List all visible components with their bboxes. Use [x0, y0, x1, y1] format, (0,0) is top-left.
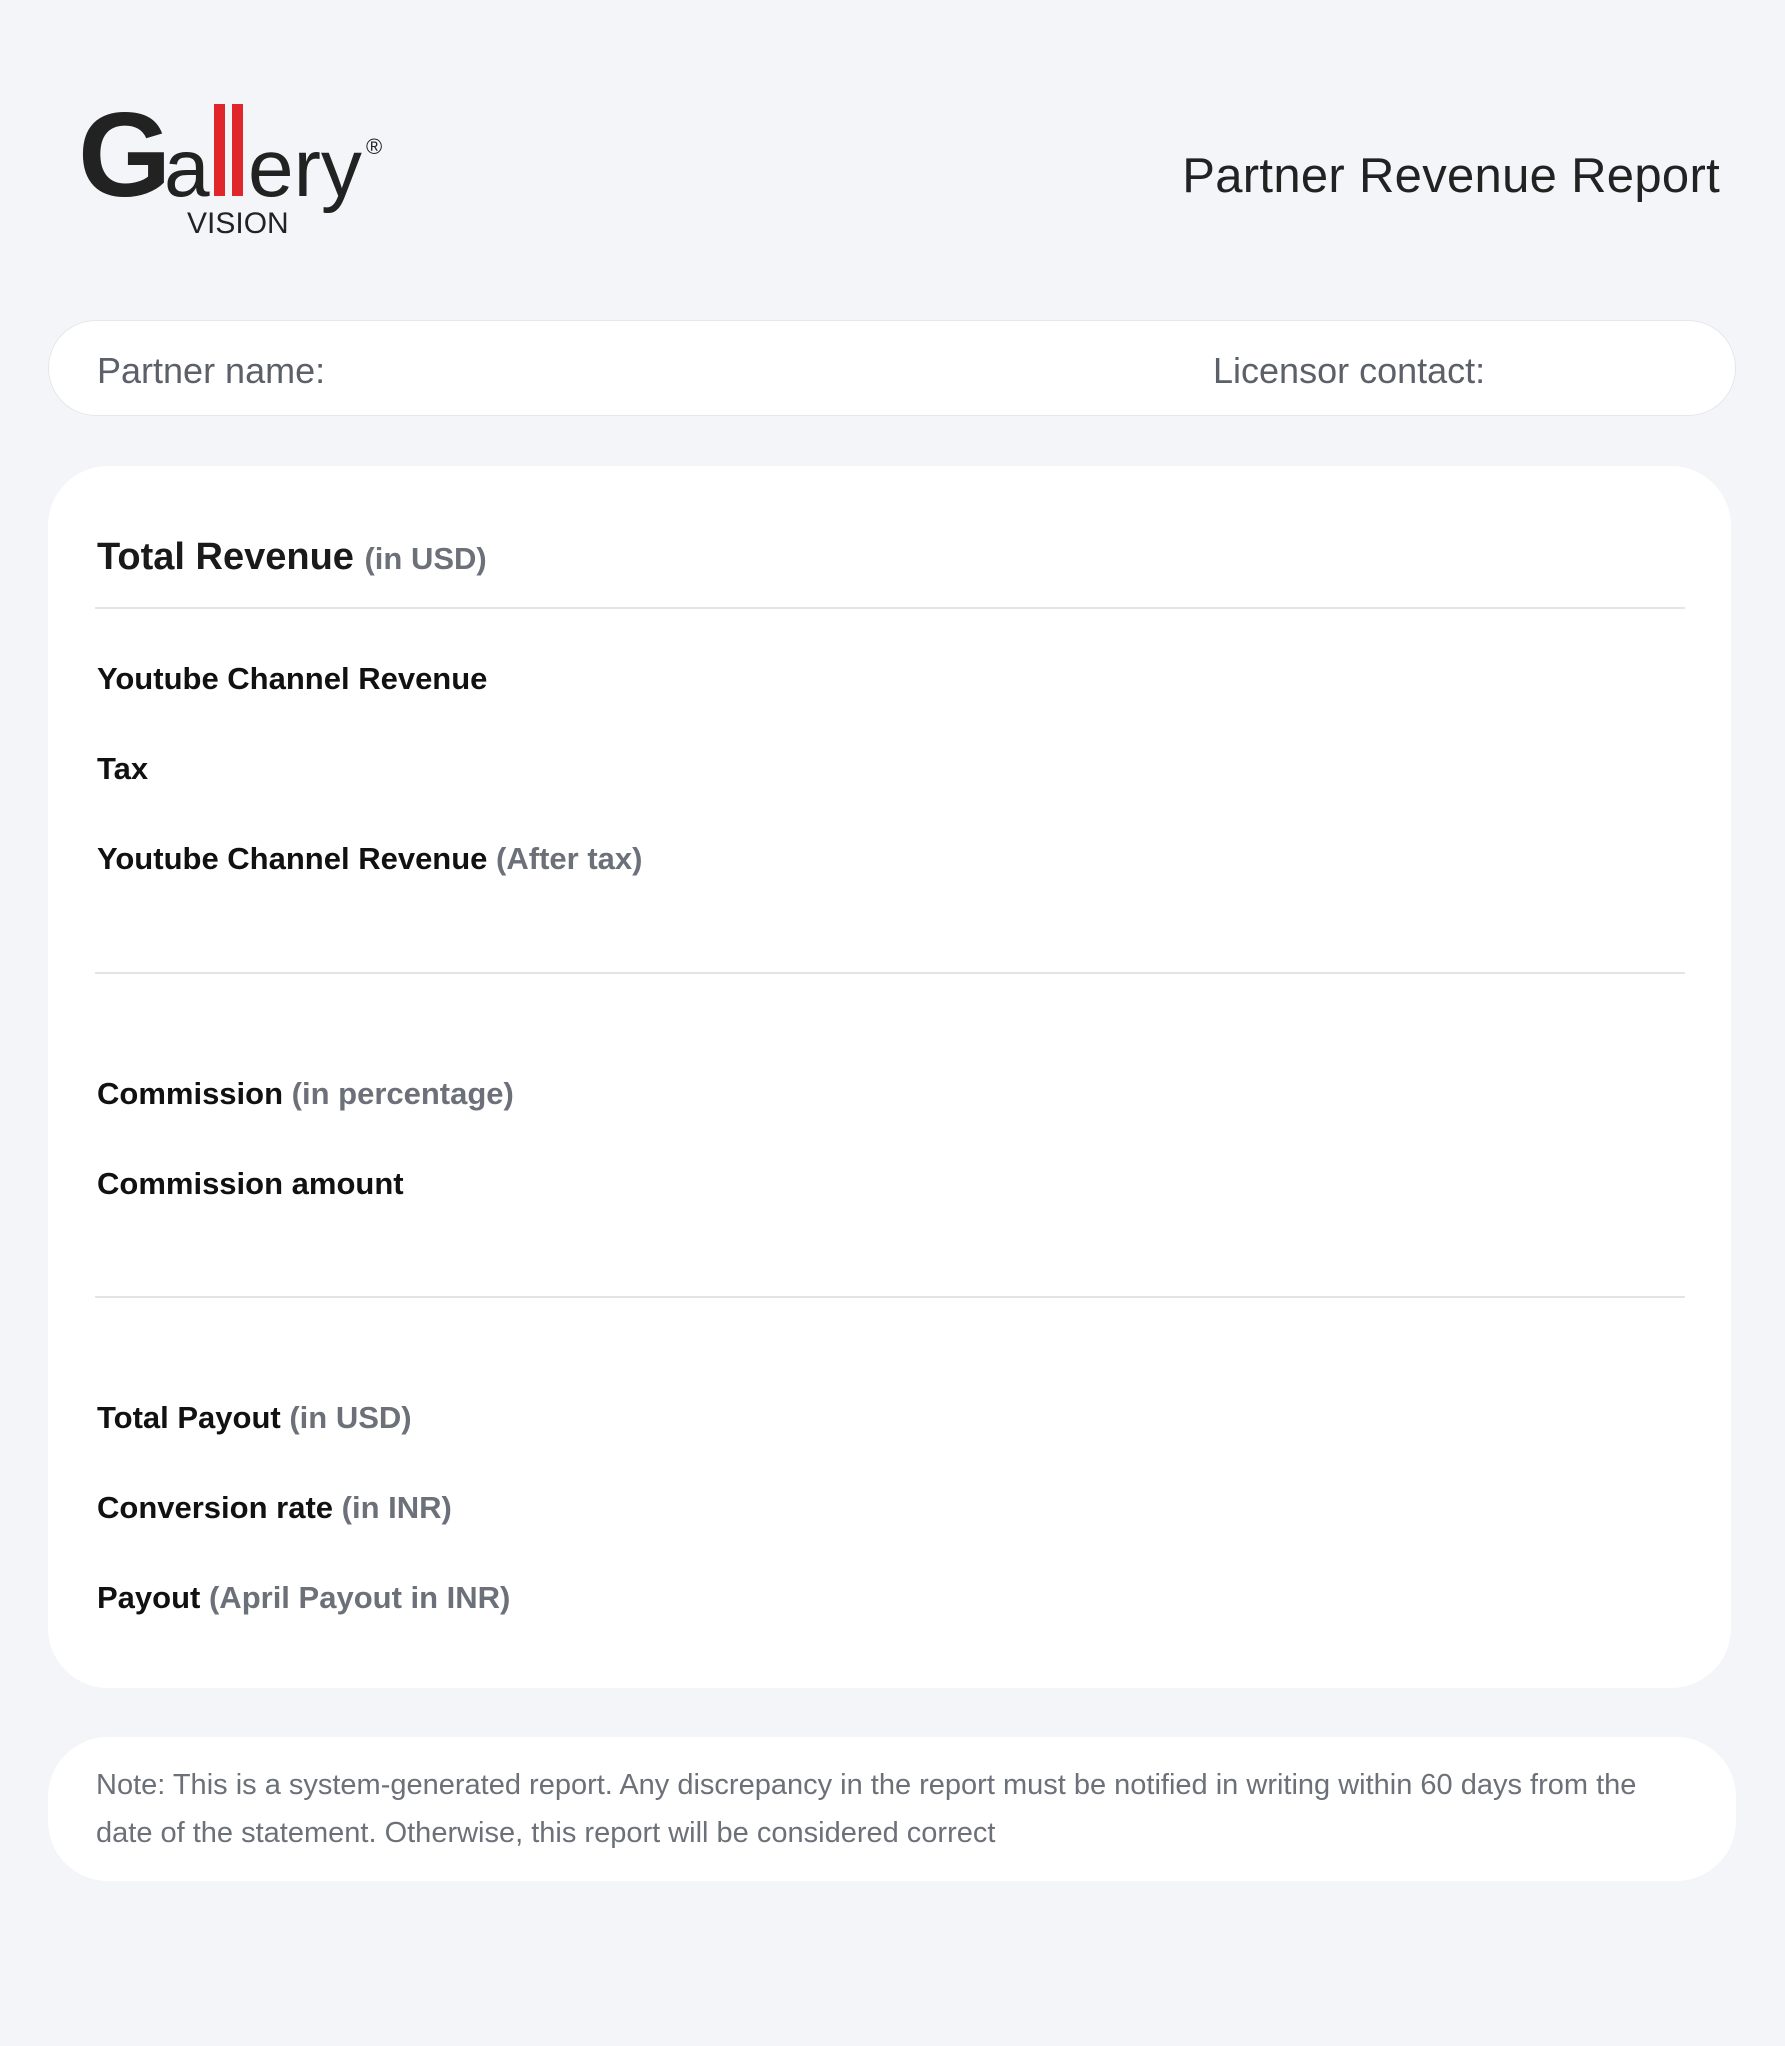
logo-letters-ery: ery — [248, 123, 362, 214]
row-conversion-rate: Conversion rate (in INR) — [97, 1490, 452, 1526]
row-youtube-channel-revenue: Youtube Channel Revenue — [97, 661, 487, 697]
row-label: Youtube Channel Revenue — [97, 841, 488, 876]
row-sub-label: (After tax) — [496, 841, 643, 876]
row-payout: Payout (April Payout in INR) — [97, 1580, 510, 1616]
page-title: Partner Revenue Report — [1182, 149, 1720, 203]
row-label: Youtube Channel Revenue — [97, 661, 488, 696]
divider — [95, 1296, 1685, 1298]
row-label: Commission — [97, 1076, 284, 1111]
logo-bar-1 — [214, 104, 225, 196]
row-total-payout: Total Payout (in USD) — [97, 1400, 412, 1436]
disclaimer-note: Note: This is a system-generated report.… — [48, 1737, 1736, 1881]
row-label: Tax — [97, 751, 149, 786]
row-sub-label: (in INR) — [341, 1490, 452, 1525]
row-tax: Tax — [97, 751, 148, 787]
partner-name-label: Partner name: — [97, 350, 326, 391]
row-sub-label: (in percentage) — [291, 1076, 514, 1111]
logo-subtitle: VISION — [187, 207, 289, 240]
divider — [95, 607, 1685, 609]
row-sub-label: (April Payout in INR) — [208, 1580, 511, 1615]
total-revenue-unit: (in USD) — [364, 541, 487, 576]
logo-letter-g: G — [78, 98, 171, 222]
row-label: Total Payout — [97, 1400, 281, 1435]
row-sub-label: (in USD) — [289, 1400, 412, 1435]
logo-letter-a: a — [164, 123, 210, 214]
row-revenue-after-tax: Youtube Channel Revenue (After tax) — [97, 841, 642, 877]
divider — [95, 972, 1685, 974]
logo-graphic: G a ery ® VISION — [78, 98, 382, 240]
total-revenue-title: Total Revenue — [97, 536, 354, 578]
row-label: Commission amount — [97, 1166, 404, 1201]
row-commission-percentage: Commission (in percentage) — [97, 1076, 514, 1112]
registered-mark: ® — [366, 134, 382, 159]
logo-bar-2 — [232, 104, 243, 196]
partner-info-bar: Partner name: Licensor contact: — [48, 320, 1736, 416]
licensor-contact-label: Licensor contact: — [1213, 350, 1486, 391]
revenue-card: Total Revenue (in USD) Youtube Channel R… — [48, 466, 1731, 1688]
row-label: Payout — [97, 1580, 201, 1615]
row-label: Conversion rate — [97, 1490, 334, 1525]
row-commission-amount: Commission amount — [97, 1166, 404, 1202]
gallery-vision-logo: G a ery ® VISION — [78, 98, 398, 248]
total-revenue-heading: Total Revenue (in USD) — [97, 536, 487, 579]
